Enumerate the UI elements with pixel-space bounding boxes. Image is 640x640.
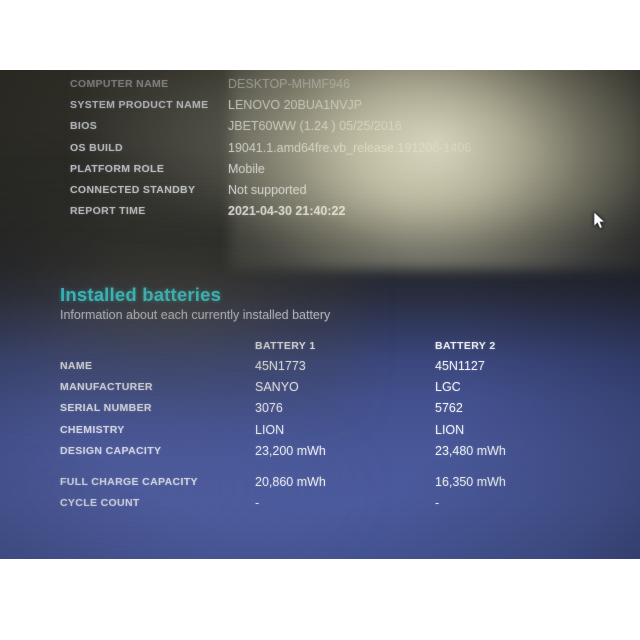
- battery-row-value: LGC: [435, 380, 461, 395]
- battery-row-value: 20,860 mWh: [255, 475, 326, 489]
- system-info-value: Not supported: [228, 183, 307, 197]
- system-info-row: COMPUTER NAME DESKTOP-MHMF946: [0, 77, 640, 99]
- battery-table-row: CHEMISTRY LION LION: [0, 422, 640, 445]
- system-info-value: LENOVO 20BUA1NVJP: [228, 98, 363, 113]
- system-info-row: OS BUILD 19041.1.amd64fre.vb_release.1912…: [0, 140, 640, 163]
- battery-table-header-row: BATTERY 1 BATTERY 2: [0, 340, 640, 361]
- battery-row-value: 3076: [255, 401, 283, 416]
- system-info-row: BIOS JBET60WW (1.24 ) 05/25/2016: [0, 119, 640, 141]
- battery-row-label: NAME: [60, 360, 93, 372]
- system-info-row: REPORT TIME 2021-04-30 21:40:22: [0, 204, 640, 226]
- battery-table-row: NAME 45N1773 45N1127: [0, 359, 640, 381]
- battery-row-value: 16,350 mWh: [435, 475, 506, 489]
- battery-table-row: SERIAL NUMBER 3076 5762: [0, 401, 640, 423]
- battery-row-value: SANYO: [255, 380, 299, 395]
- battery-column-header: BATTERY 1: [255, 340, 316, 352]
- battery-row-value: 23,480 mWh: [435, 443, 506, 458]
- battery-row-value: 23,200 mWh: [255, 443, 326, 458]
- battery-row-label: DESIGN CAPACITY: [60, 444, 162, 457]
- system-info-label: REPORT TIME: [70, 205, 146, 218]
- battery-table-row: DESIGN CAPACITY 23,200 mWh 23,480 mWh: [0, 443, 640, 466]
- system-info-label: CONNECTED STANDBY: [70, 184, 196, 196]
- battery-column-header: BATTERY 2: [435, 340, 496, 352]
- system-info-value: 2021-04-30 21:40:22: [228, 204, 346, 219]
- battery-report-photo: COMPUTER NAME DESKTOP-MHMF946 SYSTEM PRODU…: [0, 70, 640, 559]
- battery-row-label: SERIAL NUMBER: [60, 402, 152, 415]
- system-info-label: SYSTEM PRODUCT NAME: [70, 99, 209, 112]
- system-info-label: OS BUILD: [70, 141, 123, 154]
- battery-row-value: 45N1127: [435, 359, 485, 373]
- battery-row-label: CYCLE COUNT: [60, 497, 140, 510]
- report-content: COMPUTER NAME DESKTOP-MHMF946 SYSTEM PRODU…: [0, 70, 640, 559]
- system-info-row: SYSTEM PRODUCT NAME LENOVO 20BUA1NVJP: [0, 98, 640, 120]
- installed-batteries-title: Installed batteries: [60, 284, 222, 305]
- system-info-value: Mobile: [228, 161, 265, 176]
- battery-row-label: CHEMISTRY: [60, 423, 125, 436]
- battery-row-value: 45N1773: [255, 359, 306, 373]
- screenshot-root: COMPUTER NAME DESKTOP-MHMF946 SYSTEM PRODU…: [0, 0, 640, 640]
- system-info-row: PLATFORM ROLE Mobile: [0, 161, 640, 184]
- battery-row-label: FULL CHARGE CAPACITY: [60, 476, 198, 488]
- system-info-label: COMPUTER NAME: [70, 78, 169, 90]
- system-info-value: DESKTOP-MHMF946: [228, 77, 351, 91]
- system-info-row: CONNECTED STANDBY Not supported: [0, 183, 640, 205]
- battery-row-value: 5762: [435, 401, 463, 416]
- battery-row-value: LION: [255, 422, 285, 437]
- system-info-value: JBET60WW (1.24 ) 05/25/2016: [228, 119, 402, 134]
- battery-table-row: FULL CHARGE CAPACITY 20,860 mWh 16,350 mWh: [0, 475, 640, 497]
- letterbox-bottom: [0, 559, 640, 640]
- battery-table-row: MANUFACTURER SANYO LGC: [0, 380, 640, 402]
- battery-table-row: CYCLE COUNT - -: [0, 496, 640, 518]
- system-info-label: PLATFORM ROLE: [70, 162, 165, 175]
- battery-row-value: -: [435, 496, 440, 511]
- letterbox-top: [0, 0, 640, 70]
- battery-row-label: MANUFACTURER: [60, 381, 153, 394]
- system-info-value: 19041.1.amd64fre.vb_release.191206-1406: [228, 140, 472, 155]
- installed-batteries-subtitle: Information about each currently install…: [60, 308, 331, 322]
- system-info-label: BIOS: [70, 120, 98, 133]
- battery-row-value: LION: [435, 422, 465, 437]
- battery-row-value: -: [255, 496, 260, 511]
